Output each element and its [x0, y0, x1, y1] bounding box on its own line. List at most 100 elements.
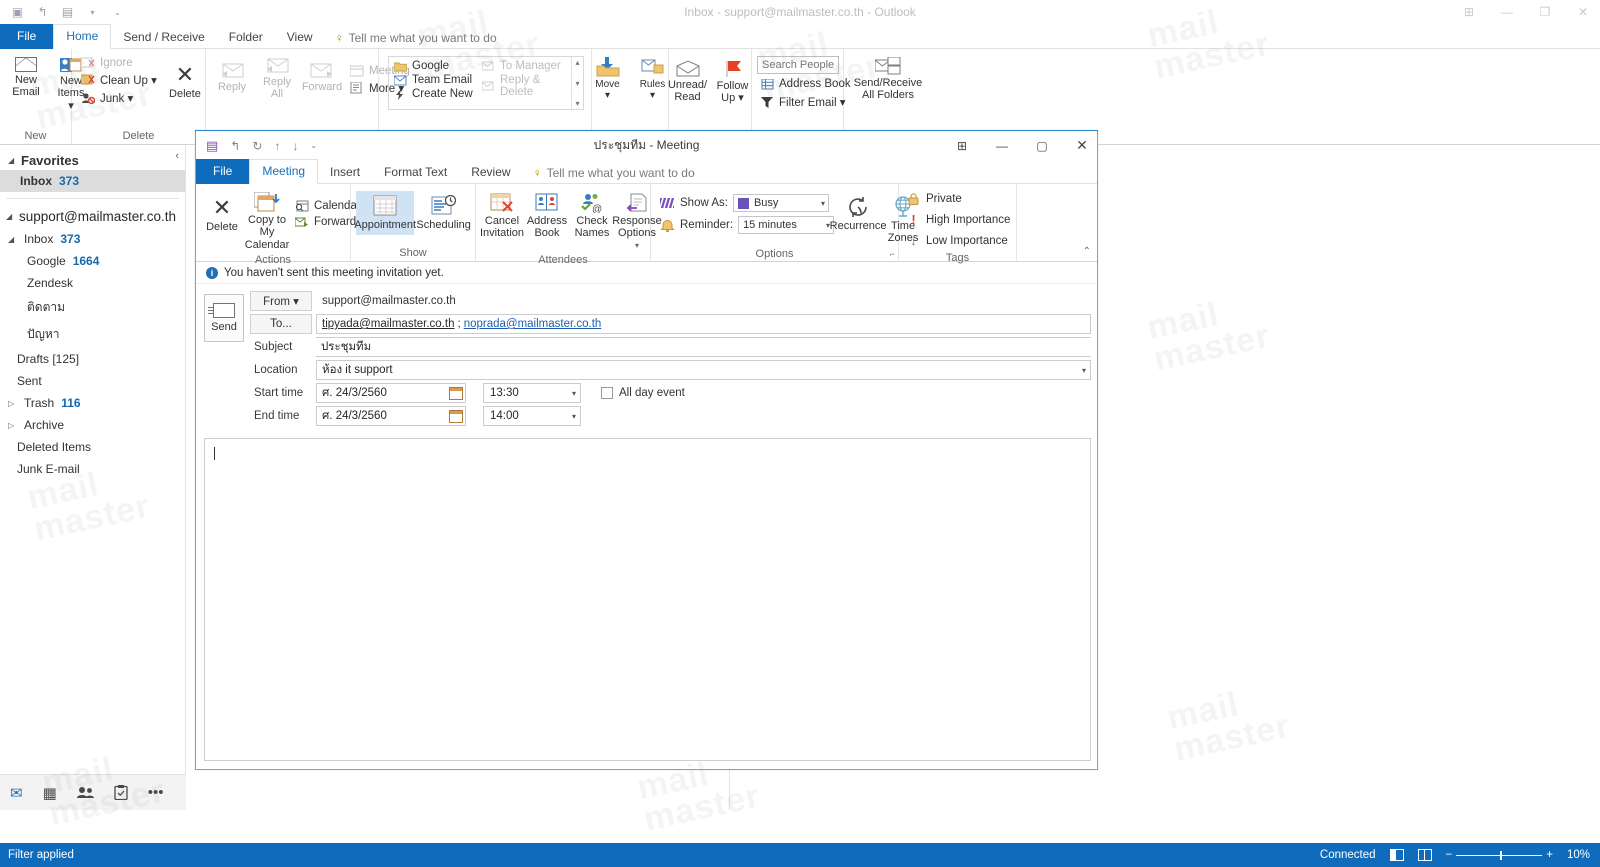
account-header[interactable]: ◢ support@mailmaster.co.th	[0, 201, 185, 228]
cancel-invitation-button[interactable]: Cancel Invitation	[480, 190, 524, 243]
calendar-picker-icon[interactable]	[449, 409, 463, 423]
calendar-picker-icon[interactable]	[449, 386, 463, 400]
send-button[interactable]: Send	[204, 294, 244, 342]
end-time-combo[interactable]: 14:00 ▾	[483, 406, 581, 426]
tab-send-receive[interactable]: Send / Receive	[111, 26, 216, 49]
tab-review[interactable]: Review	[459, 161, 522, 184]
to-button[interactable]: To...	[250, 314, 312, 334]
people-module-icon[interactable]	[76, 786, 94, 799]
zoom-in-button[interactable]: +	[1546, 849, 1553, 861]
scroll-up-icon[interactable]: ▴	[575, 58, 579, 67]
chevron-down-icon[interactable]: ▾	[821, 199, 825, 208]
tab-home[interactable]: Home	[53, 24, 112, 49]
chevron-right-icon[interactable]: ▷	[8, 399, 17, 408]
close-button[interactable]: ✕	[1073, 137, 1091, 154]
follow-up-button[interactable]: Follow Up ▾	[712, 54, 754, 108]
sidebar-item-junk-email[interactable]: Junk E-mail	[0, 458, 185, 480]
tab-view[interactable]: View	[275, 26, 325, 49]
reply-button[interactable]: Reply	[211, 54, 253, 96]
private-button[interactable]: Private	[904, 193, 962, 205]
main-window-buttons[interactable]: ⊞ — ❐ ✕	[1460, 5, 1592, 19]
chevron-down-icon[interactable]: ▾	[572, 412, 576, 421]
close-button[interactable]: ✕	[1574, 5, 1592, 19]
send-receive-all-folders-button[interactable]: Send/Receive All Folders	[849, 54, 927, 105]
reply-all-button[interactable]: Reply All	[256, 54, 298, 104]
reading-view-button[interactable]	[1417, 849, 1432, 861]
response-options-dropdown-icon[interactable]: ▾	[635, 241, 639, 251]
tab-meeting[interactable]: Meeting	[249, 159, 319, 184]
tab-insert[interactable]: Insert	[318, 161, 372, 184]
tell-me-search[interactable]: ♀ Tell me what you want to do	[325, 27, 507, 49]
sidebar-item-tidtam[interactable]: ติดตาม	[0, 294, 185, 321]
show-as-combo[interactable]: Busy ▾	[732, 194, 829, 212]
recipient-1[interactable]: tipyada@mailmaster.co.th	[322, 318, 454, 330]
scheduling-button[interactable]: Scheduling	[416, 191, 471, 235]
more-modules-icon[interactable]: •••	[148, 784, 164, 801]
sidebar-item-panha[interactable]: ปัญหา	[0, 321, 185, 348]
minimize-button[interactable]: —	[1498, 5, 1516, 19]
low-importance-button[interactable]: ↓ Low Importance	[904, 234, 1008, 248]
tab-folder[interactable]: Folder	[217, 26, 275, 49]
quick-step-google[interactable]: Google	[392, 59, 480, 73]
module-switcher-bar[interactable]: ✉ ▦ •••	[0, 774, 186, 810]
location-input[interactable]: ห้อง it support ▾	[316, 360, 1091, 380]
end-date-input[interactable]: ศ. 24/3/2560	[316, 406, 466, 426]
zoom-out-button[interactable]: −	[1446, 849, 1453, 861]
address-book-button[interactable]: Address Book	[526, 190, 568, 243]
filter-email-button[interactable]: Filter Email ▾	[757, 94, 855, 110]
new-email-button[interactable]: New Email	[5, 54, 47, 102]
quick-step-create-new[interactable]: Create New	[392, 87, 480, 101]
sidebar-item-archive[interactable]: ▷ Archive	[0, 414, 185, 436]
sidebar-item-inbox[interactable]: ◢ Inbox 373	[0, 228, 185, 250]
sidebar-item-favorites-inbox[interactable]: Inbox 373	[0, 170, 185, 192]
scroll-down-icon[interactable]: ▾	[575, 79, 579, 88]
to-input[interactable]: tipyada@mailmaster.co.th ; noprada@mailm…	[316, 314, 1091, 334]
tab-file[interactable]: File	[196, 159, 250, 184]
maximize-button[interactable]: ▢	[1033, 139, 1051, 153]
zoom-knob[interactable]	[1500, 850, 1503, 860]
tab-format-text[interactable]: Format Text	[372, 161, 459, 184]
from-button[interactable]: From ▾	[250, 291, 312, 311]
sidebar-item-zendesk[interactable]: Zendesk	[0, 272, 185, 294]
copy-to-my-calendar-button[interactable]: Copy to My Calendar	[245, 189, 289, 254]
reminder-combo[interactable]: 15 minutes ▾	[738, 216, 835, 234]
zoom-slider[interactable]: − +	[1446, 849, 1553, 861]
delete-button[interactable]: ✕ Delete	[164, 54, 206, 103]
meeting-window-buttons[interactable]: ⊞ — ▢ ✕	[953, 137, 1091, 154]
sidebar-item-deleted-items[interactable]: Deleted Items	[0, 436, 185, 458]
sidebar-item-drafts[interactable]: Drafts [125]	[0, 348, 185, 370]
delete-meeting-button[interactable]: ✕ Delete	[201, 189, 243, 236]
ignore-button[interactable]: Ignore	[77, 56, 161, 70]
sidebar-item-trash[interactable]: ▷ Trash 116	[0, 392, 185, 414]
quick-steps-scrollbar[interactable]: ▴ ▾ ▾	[571, 57, 583, 109]
meeting-ribbon-tabs[interactable]: File Meeting Insert Format Text Review ♀…	[196, 159, 1097, 184]
all-day-event-checkbox[interactable]: All day event	[601, 387, 685, 399]
junk-button[interactable]: Junk ▾	[77, 90, 161, 106]
collapse-ribbon-icon[interactable]: ⌃	[1083, 246, 1091, 257]
ribbon-display-options-button[interactable]: ⊞	[1460, 5, 1478, 19]
forward-button[interactable]: Forward	[301, 54, 343, 96]
favorites-header[interactable]: ◢ Favorites	[0, 150, 185, 170]
collapse-nav-icon[interactable]: ‹	[175, 150, 179, 162]
tab-file[interactable]: File	[0, 24, 54, 49]
subject-input[interactable]: ประชุมทีม	[316, 337, 1091, 357]
recipient-2[interactable]: noprada@mailmaster.co.th	[464, 318, 602, 330]
quick-step-reply-delete[interactable]: Reply & Delete	[480, 73, 568, 99]
tell-me-search[interactable]: ♀ Tell me what you want to do	[523, 162, 705, 184]
calendar-module-icon[interactable]: ▦	[43, 784, 57, 802]
search-people-input[interactable]	[757, 56, 839, 74]
address-book-button[interactable]: Address Book	[757, 77, 855, 91]
chevron-down-icon[interactable]: ▾	[572, 389, 576, 398]
normal-view-button[interactable]	[1389, 849, 1404, 861]
ribbon-display-options-button[interactable]: ⊞	[953, 139, 971, 153]
meeting-body-editor[interactable]	[204, 438, 1091, 761]
quick-steps-gallery[interactable]: Google Team Email Create New To Manager …	[388, 56, 584, 110]
clean-up-button[interactable]: Clean Up ▾	[77, 72, 161, 88]
checkbox-box[interactable]	[601, 387, 613, 399]
options-dialog-launcher-icon[interactable]: ⌐	[890, 249, 895, 259]
start-date-input[interactable]: ศ. 24/3/2560	[316, 383, 466, 403]
quick-step-team-email[interactable]: Team Email	[392, 73, 480, 87]
main-ribbon-tabs[interactable]: File Home Send / Receive Folder View ♀ T…	[0, 24, 1600, 49]
mail-module-icon[interactable]: ✉	[10, 784, 23, 802]
high-importance-button[interactable]: ! High Importance	[904, 212, 1010, 227]
